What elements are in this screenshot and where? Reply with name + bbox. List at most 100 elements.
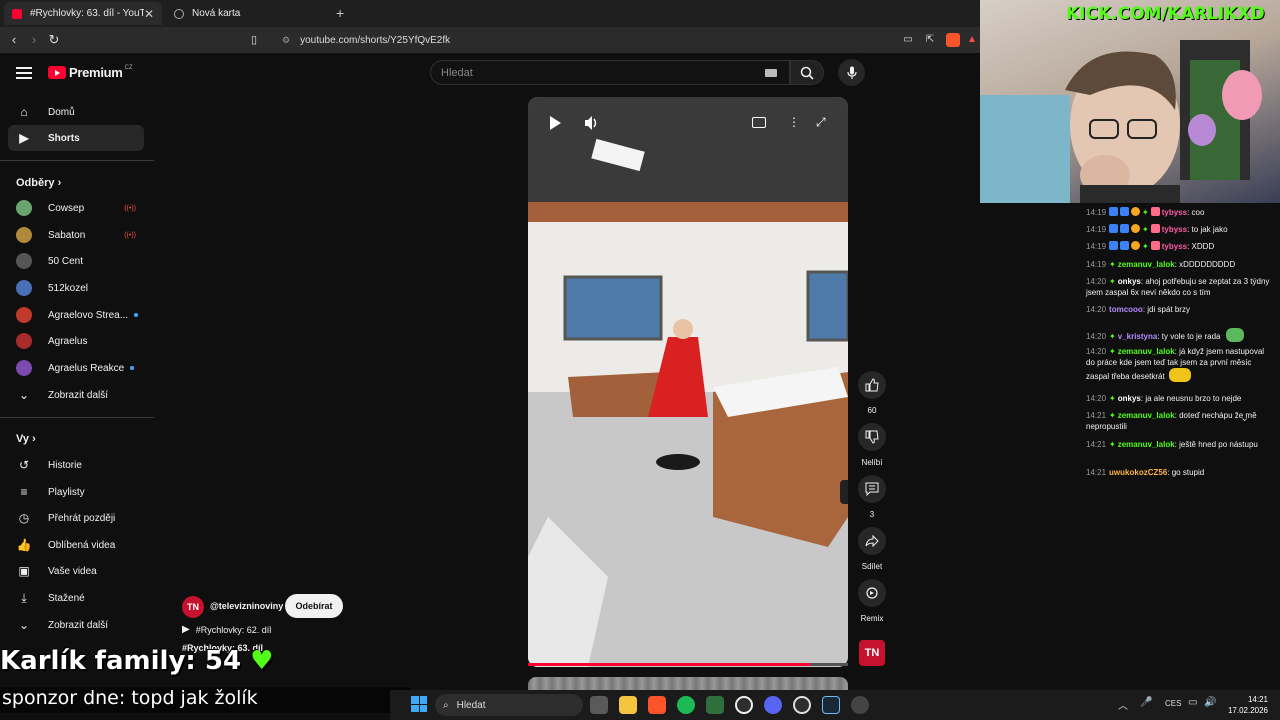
subscription-item[interactable]: 512kozel (8, 275, 144, 301)
like-icon: 👍 (16, 538, 32, 552)
chat-message: 14:19 ✦ tybyss: XDDD (1086, 241, 1215, 251)
back-icon[interactable]: ‹ (6, 32, 22, 48)
tab-youtube[interactable]: #Rychlovky: 63. díl - YouTube ✕ (4, 2, 162, 25)
spotify-icon[interactable] (677, 696, 695, 714)
site-info-icon[interactable]: ⚙ (282, 35, 290, 46)
brave-shield-icon[interactable] (946, 33, 960, 47)
taskbar-search[interactable]: ⌕ Hledat (435, 694, 583, 716)
steam-icon[interactable] (822, 696, 840, 714)
webcam-image (980, 40, 1262, 203)
app-icon[interactable] (706, 696, 724, 714)
keyboard-icon[interactable] (765, 68, 777, 77)
kick-badge-icon: ✦ (1109, 411, 1116, 420)
bookmark-icon[interactable]: ▯ (246, 32, 262, 48)
video-progress-track[interactable] (810, 663, 848, 666)
coin-badge-icon (1131, 207, 1141, 216)
clock-date: 17.02.2026 (1227, 706, 1268, 715)
volume-tray-icon[interactable]: 🔊 (1204, 697, 1216, 708)
comments-button[interactable]: 3 (858, 475, 886, 519)
share-button[interactable]: Sdílet (858, 527, 886, 571)
chat-message: 14:20 ✦ zemanuv_lalok: já když jsem nastup… (1086, 347, 1265, 382)
sidebar-item-liked[interactable]: 👍 Oblíbená videa (8, 532, 144, 558)
subscription-item[interactable]: Sabaton ((•)) (8, 222, 144, 248)
language-indicator[interactable]: CES (1165, 699, 1181, 708)
chevron-right-icon: › (57, 177, 62, 189)
tray-chevron-icon[interactable]: ︿ (1118, 697, 1128, 712)
tab-new[interactable]: Nová karta (166, 2, 326, 25)
search-input[interactable]: Hledat (430, 60, 790, 85)
more-options-icon[interactable]: ⋮ (788, 115, 800, 129)
next-short-preview[interactable] (528, 677, 848, 690)
subscription-item[interactable]: Agraelus (8, 328, 144, 354)
windows-start-icon[interactable] (411, 696, 427, 712)
sidebar-item-playlists[interactable]: ≡ Playlisty (8, 479, 144, 505)
subscription-item[interactable]: 50 Cent (8, 248, 144, 274)
sub-badge-icon (1150, 224, 1160, 233)
forward-icon[interactable]: › (26, 32, 42, 48)
show-more-you[interactable]: ⌄ Zobrazit další (8, 612, 144, 638)
menu-icon[interactable] (16, 67, 32, 79)
chat-message: 14:20 tomcooo: jdi spát brzy (1086, 305, 1190, 314)
subscriptions-heading[interactable]: Odběry › (16, 177, 61, 189)
search-button[interactable] (790, 60, 824, 85)
sidebar-item-home[interactable]: ⌂ Domů (8, 99, 144, 125)
network-icon[interactable]: ▭ (1188, 697, 1197, 708)
badge-icon (1109, 241, 1119, 250)
coin-badge-icon (1131, 224, 1141, 233)
show-more-subscriptions[interactable]: ⌄ Zobrazit další (8, 382, 144, 408)
home-icon: ⌂ (20, 105, 28, 119)
captions-icon[interactable] (752, 117, 766, 128)
volume-icon[interactable] (584, 115, 600, 131)
task-view-icon[interactable] (590, 696, 608, 714)
brave-browser-icon[interactable] (648, 696, 666, 714)
chevron-down-icon: ⌄ (18, 388, 30, 402)
channel-avatar[interactable]: TN (182, 596, 204, 618)
clock[interactable]: 14:21 17.02.2026 (1226, 694, 1268, 716)
channel-handle[interactable]: @televizninoviny (210, 601, 283, 611)
file-explorer-icon[interactable] (619, 696, 637, 714)
play-icon[interactable] (548, 115, 562, 131)
stream-chat: 14:19 ✦ tybyss: coo 14:19 ✦ tybyss: to jak j… (1080, 203, 1280, 493)
tab-title: Nová karta (192, 8, 241, 19)
microphone-tray-icon[interactable]: 🎤 (1140, 697, 1152, 708)
subscription-item[interactable]: Agraelus Reakce (8, 355, 144, 381)
short-video-player[interactable]: ⋮ ⤢ (528, 97, 848, 667)
sidebar-item-shorts[interactable]: ▶ Shorts (8, 125, 144, 151)
fullscreen-icon[interactable]: ⤢ (816, 115, 826, 130)
ccleaner-icon[interactable] (735, 696, 753, 714)
sidebar-item-downloads[interactable]: ⤓ Stažené (8, 585, 144, 611)
sidebar-item-your-videos[interactable]: ▣ Vaše videa (8, 558, 144, 584)
discord-icon[interactable] (764, 696, 782, 714)
you-heading[interactable]: Vy › (16, 433, 36, 445)
live-icon: ((•)) (124, 204, 136, 212)
scroll-down-icon[interactable]: ⌄ (1240, 411, 1249, 424)
close-tab-icon[interactable]: ✕ (144, 7, 154, 21)
screen-icon[interactable]: ▭ (900, 32, 916, 48)
new-tab-button[interactable]: + (336, 5, 344, 21)
subscription-label: Cowsep (48, 202, 85, 214)
settings-icon[interactable] (851, 696, 869, 714)
minion-emote-icon (1168, 368, 1191, 382)
youtube-logo[interactable]: Premium CZ (48, 65, 133, 80)
remix-button[interactable]: Remix (858, 579, 886, 623)
sidebar-item-watch-later[interactable]: ◷ Přehrát později (8, 505, 144, 531)
video-progress-fill[interactable] (528, 663, 810, 666)
url-field[interactable]: ⚙ youtube.com/shorts/Y25YfQvE2fk (270, 30, 870, 50)
playlist-link[interactable]: ▶ #Rychlovky: 62. díl (182, 624, 271, 635)
collapse-handle[interactable] (840, 480, 848, 504)
remix-label: Remix (860, 614, 884, 623)
subscription-item[interactable]: Agraelovo Strea... (8, 302, 144, 328)
subscribe-button[interactable]: Odebírat (285, 594, 343, 618)
subscription-item[interactable]: Cowsep ((•)) (8, 195, 144, 221)
sidebar-item-history[interactable]: ↺ Historie (8, 452, 144, 478)
kick-url-banner: KICK.COM/KARLIKXD (1066, 4, 1265, 24)
browser-icon[interactable] (793, 696, 811, 714)
like-button[interactable]: 60 (858, 371, 886, 415)
reload-icon[interactable]: ↻ (46, 32, 62, 48)
dislike-button[interactable]: Nelíbí (858, 423, 886, 467)
kick-badge-icon: ✦ (1109, 394, 1116, 403)
brave-rewards-icon[interactable]: ▲ (964, 32, 980, 48)
voice-search-button[interactable] (838, 59, 865, 86)
share-page-icon[interactable]: ⇱ (922, 32, 938, 48)
channel-logo[interactable]: TN (859, 640, 885, 666)
